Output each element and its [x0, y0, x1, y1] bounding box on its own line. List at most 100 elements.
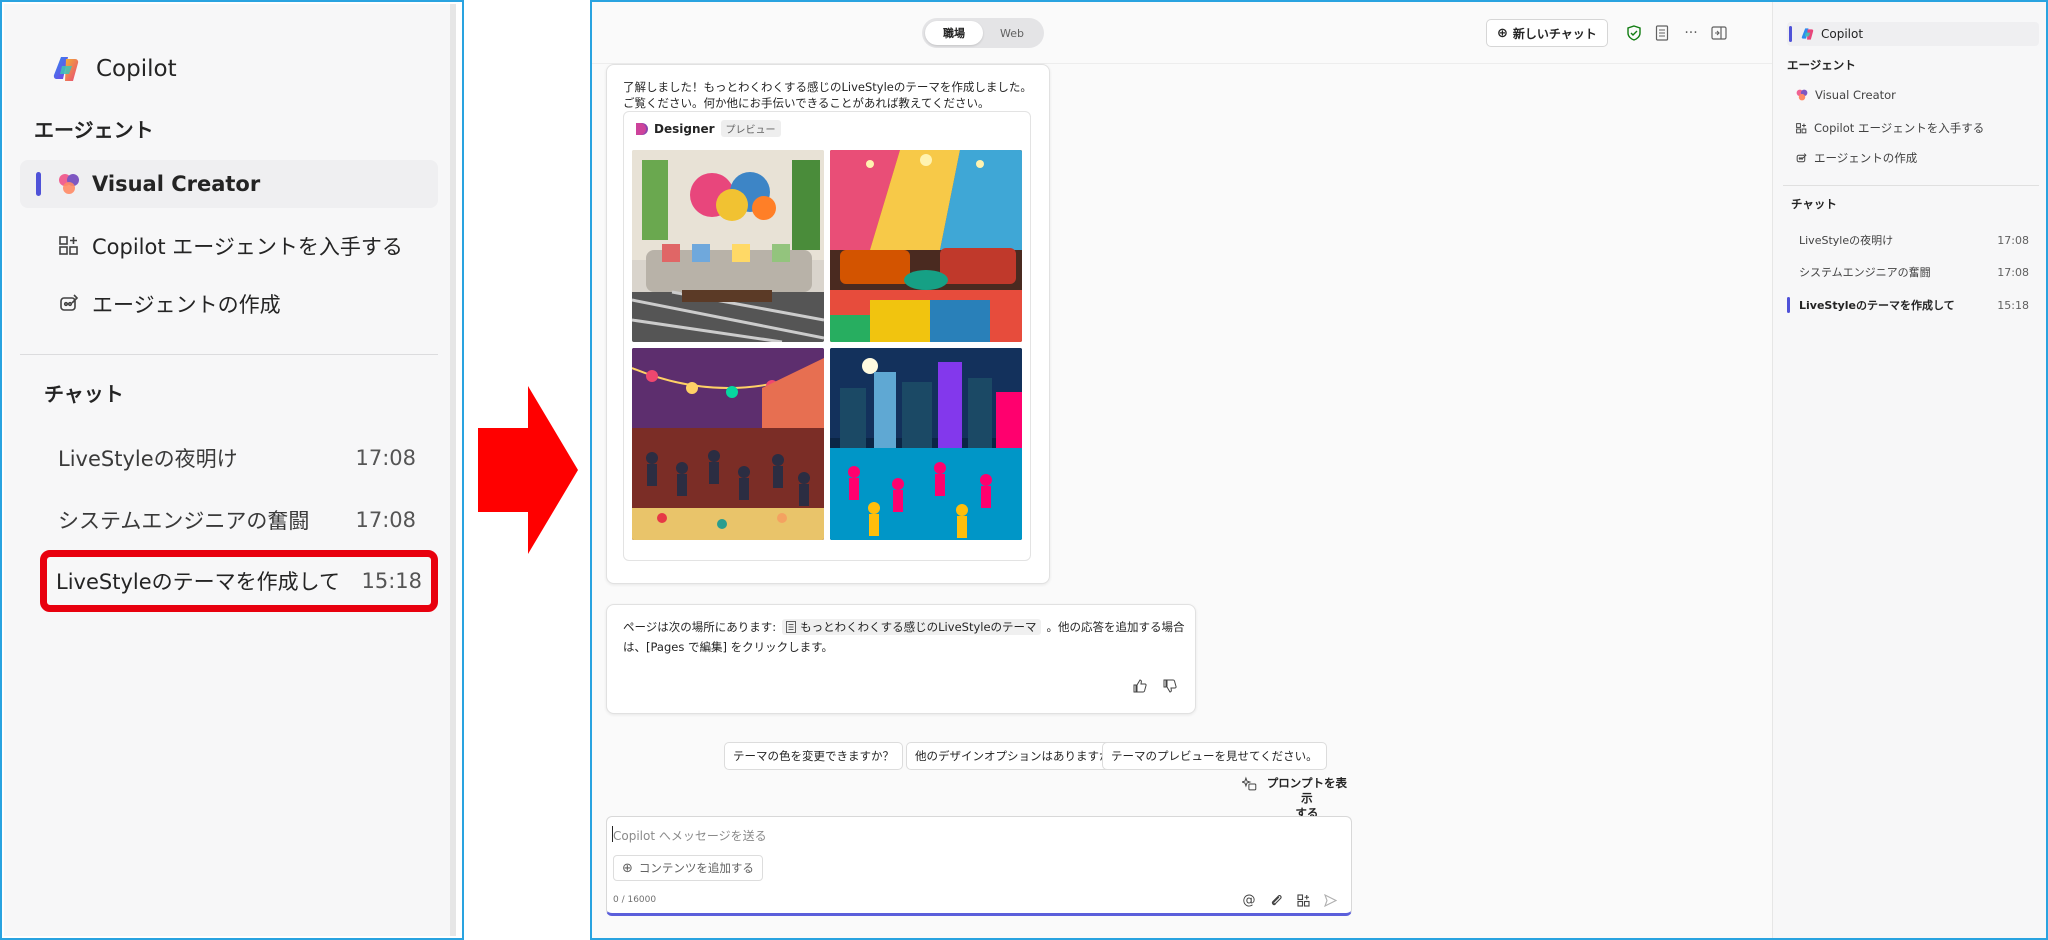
agent-item-get-agents[interactable]: Copilot エージェントを入手する	[1795, 120, 1984, 136]
show-prompts-line: プロンプトを表示	[1266, 776, 1347, 805]
active-indicator	[36, 172, 41, 196]
chat-item[interactable]: LiveStyleの夜明け 17:08	[42, 434, 432, 482]
assistant-message: ページは次の場所にあります: もっとわくわくする感じのLiveStyleのテーマ…	[606, 604, 1196, 714]
generated-image-1[interactable]	[632, 150, 824, 342]
send-icon[interactable]	[1321, 891, 1339, 909]
agents-heading: エージェント	[34, 118, 154, 142]
chat-time: 17:08	[1997, 265, 2029, 279]
designer-logo-icon	[636, 122, 648, 135]
right-arrow-icon	[478, 386, 578, 554]
copilot-brand-label: Copilot	[96, 56, 177, 82]
page-link-label: もっとわくわくする感じのLiveStyleのテーマ	[800, 620, 1037, 634]
message-line: ご覧ください。何か他にお手伝いできることがあれば教えてください。	[623, 96, 990, 110]
mention-icon[interactable]: @	[1240, 891, 1258, 909]
chat-time: 15:18	[1997, 298, 2029, 312]
add-content-label: コンテンツを追加する	[638, 861, 754, 875]
preview-badge: プレビュー	[720, 120, 781, 137]
shield-icon[interactable]	[1623, 22, 1645, 44]
chat-title: システムエンジニアの奮闘	[1799, 266, 1931, 279]
add-circle-icon: ⊕	[622, 860, 633, 876]
show-prompts-button[interactable]: プロンプトを表示 する	[1242, 776, 1352, 821]
composer-placeholder[interactable]: Copilot へメッセージを送る	[613, 827, 767, 844]
add-apps-icon	[54, 231, 84, 261]
document-icon[interactable]	[1651, 22, 1673, 44]
message-line: 了解しました！もっとわくわくする感じのLiveStyleのテーマを作成しました。	[623, 80, 1032, 94]
chat-item[interactable]: システムエンジニアの奮闘 17:08	[1787, 261, 2039, 283]
visual-creator-icon	[1796, 89, 1808, 101]
chat-title: システムエンジニアの奮闘	[58, 509, 310, 533]
agent-item-visual-creator[interactable]: Visual Creator	[1795, 88, 1896, 102]
message-line: は、[Pages で編集] をクリックします。	[623, 640, 833, 654]
chat-item-highlighted[interactable]: LiveStyleのテーマを作成して 15:18	[40, 550, 438, 612]
add-apps-icon	[1796, 122, 1807, 133]
visual-creator-icon	[54, 169, 84, 199]
agents-heading: エージェント	[1787, 58, 1856, 72]
add-content-button[interactable]: ⊕ コンテンツを追加する	[613, 855, 763, 881]
message-composer[interactable]: Copilot へメッセージを送る ⊕ コンテンツを追加する 0 / 16000…	[606, 816, 1352, 916]
chat-title: LiveStyleの夜明け	[58, 447, 238, 471]
character-count: 0 / 16000	[613, 895, 657, 905]
chat-item[interactable]: システムエンジニアの奮闘 17:08	[42, 496, 432, 544]
designer-header: Designer プレビュー	[634, 120, 781, 137]
collapse-sidebar-icon[interactable]	[1708, 22, 1730, 44]
chat-time: 17:08	[355, 508, 416, 532]
chat-time: 17:08	[1997, 233, 2029, 247]
chat-time: 15:18	[361, 569, 422, 593]
agent-item-create-agent[interactable]: エージェントの作成	[20, 280, 438, 328]
message-suffix: 。他の応答を追加する場合	[1046, 620, 1185, 634]
copilot-screenshot: 職場 Web ⊕ 新しいチャット ··· 了解しました！もっとわくわくする感じの…	[590, 0, 2048, 940]
message-text: ページは次の場所にあります: もっとわくわくする感じのLiveStyleのテーマ…	[623, 619, 1185, 655]
agent-item-create-agent[interactable]: エージェントの作成	[1795, 150, 1917, 166]
page-link[interactable]: もっとわくわくする感じのLiveStyleのテーマ	[782, 619, 1041, 635]
agent-item-label: Copilot エージェントを入手する	[92, 235, 403, 259]
page-icon	[786, 621, 797, 633]
chat-item-active[interactable]: LiveStyleのテーマを作成して 15:18	[1787, 294, 2039, 316]
copilot-brand[interactable]: Copilot	[1787, 22, 2039, 46]
chat-title: LiveStyleのテーマを作成して	[56, 570, 340, 594]
copilot-brand-label: Copilot	[1821, 27, 1864, 41]
divider	[20, 354, 438, 355]
new-chat-label: 新しいチャット	[1512, 26, 1597, 41]
show-prompts-label: プロンプトを表示 する	[1262, 776, 1352, 821]
chat-title: LiveStyleの夜明け	[1799, 234, 1894, 247]
new-chat-button[interactable]: ⊕ 新しいチャット	[1486, 19, 1608, 47]
chat-main-area: 職場 Web ⊕ 新しいチャット ··· 了解しました！もっとわくわくする感じの…	[592, 2, 1772, 938]
agent-item-label: Copilot エージェントを入手する	[1814, 121, 1985, 135]
agent-item-visual-creator[interactable]: Visual Creator	[20, 160, 438, 208]
create-agent-icon	[1796, 152, 1807, 162]
chat-time: 17:08	[355, 446, 416, 470]
toggle-work[interactable]: 職場	[925, 21, 983, 45]
more-options-icon[interactable]: ···	[1680, 22, 1702, 44]
active-indicator	[1789, 26, 1792, 42]
sidebar-background: Copilot エージェント Visual Creator Copilot エー…	[4, 4, 456, 936]
suggestion-chip[interactable]: 他のデザインオプションはありますか？	[906, 742, 1131, 770]
new-chat-icon: ⊕	[1497, 25, 1508, 41]
active-indicator	[1787, 297, 1790, 313]
agent-item-label: Visual Creator	[92, 172, 261, 196]
apps-icon[interactable]	[1294, 891, 1312, 909]
agent-item-label: エージェントの作成	[92, 293, 281, 317]
copilot-logo-icon	[1801, 28, 1814, 40]
toggle-web[interactable]: Web	[983, 21, 1041, 45]
agent-item-label: エージェントの作成	[1814, 151, 1918, 165]
designer-label: Designer	[654, 121, 715, 136]
agent-item-label: Visual Creator	[1815, 88, 1896, 102]
generated-image-4[interactable]	[830, 348, 1022, 540]
attach-icon[interactable]	[1267, 891, 1285, 909]
generated-image-3[interactable]	[632, 348, 824, 540]
prompt-sparkle-icon	[1242, 776, 1257, 791]
agent-item-get-agents[interactable]: Copilot エージェントを入手する	[20, 222, 438, 270]
copilot-brand[interactable]: Copilot	[52, 54, 177, 84]
thumbs-up-icon[interactable]	[1133, 679, 1147, 697]
divider	[1783, 185, 2039, 186]
chat-item[interactable]: LiveStyleの夜明け 17:08	[1787, 229, 2039, 251]
chat-title: LiveStyleのテーマを作成して	[1799, 299, 1955, 312]
chat-heading: チャット	[44, 382, 124, 406]
suggestion-chip[interactable]: テーマのプレビューを見せてください。	[1102, 742, 1327, 770]
suggestion-chip[interactable]: テーマの色を変更できますか？	[724, 742, 903, 770]
generated-image-2[interactable]	[830, 150, 1022, 342]
copilot-logo-icon	[53, 57, 79, 81]
message-prefix: ページは次の場所にあります:	[623, 620, 777, 634]
work-web-toggle[interactable]: 職場 Web	[922, 18, 1044, 48]
thumbs-down-icon[interactable]	[1163, 679, 1177, 697]
